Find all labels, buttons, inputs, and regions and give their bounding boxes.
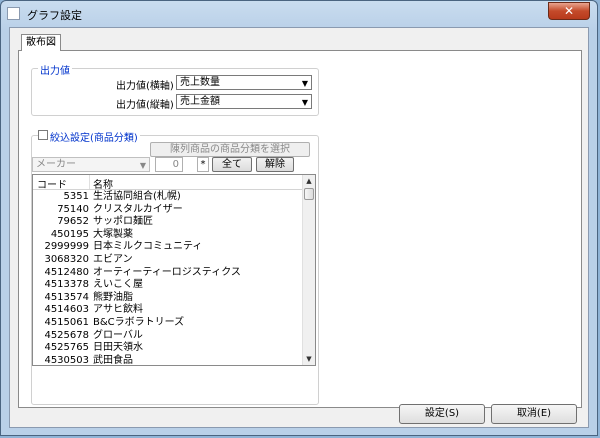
list-item-name: 熊野油脂 <box>93 291 133 303</box>
select-all-button[interactable]: 全て <box>212 157 252 172</box>
count-input[interactable]: 0 <box>155 157 183 172</box>
list-item-code: 4525765 <box>44 342 89 354</box>
list-item-name: B&Cラボラトリーズ <box>93 316 185 328</box>
list-item-code: 450195 <box>50 228 89 240</box>
chevron-down-icon: ▼ <box>301 98 308 107</box>
list-item-code: 4513574 <box>44 291 89 303</box>
cancel-button[interactable]: 取消(E) <box>491 404 577 424</box>
list-item[interactable]: 4525765 日田天領水 <box>33 342 303 355</box>
y-axis-value: 売上金額 <box>180 96 220 107</box>
tab-scatter[interactable]: 散布図 <box>21 34 61 51</box>
chevron-down-icon: ▼ <box>139 161 146 170</box>
list-rows: 5351 生活協同組合(札幌) 75140 クリスタルカイザー 79652 サッポロ麺匠 4… <box>33 191 303 366</box>
close-button[interactable]: ✕ <box>548 2 590 20</box>
list-item[interactable]: 5351 生活協同組合(札幌) <box>33 191 303 204</box>
list-item-code: 79652 <box>57 216 89 228</box>
list-item[interactable]: 2999999 日本ミルクコミュニティ <box>33 241 303 254</box>
filter-group-title: 絞込設定(商品分類) <box>48 129 140 144</box>
scroll-thumb[interactable] <box>304 188 314 200</box>
list-item-code: 4525678 <box>44 329 89 341</box>
scroll-up-icon[interactable]: ▲ <box>303 175 315 187</box>
ok-button[interactable]: 設定(S) <box>399 404 485 424</box>
list-item-code: 5351 <box>63 191 89 202</box>
maker-combo-value: メーカー <box>36 159 76 170</box>
x-axis-value: 売上数量 <box>180 77 220 88</box>
x-axis-combo[interactable]: 売上数量 ▼ <box>176 75 312 90</box>
output-group: 出力値 出力値(横軸) 売上数量 ▼ 出力値(縦軸) 売上金額 ▼ <box>31 62 319 116</box>
list-item-name: えいこく屋 <box>93 279 143 291</box>
column-header-name[interactable]: 名称 <box>93 176 113 191</box>
list-item-name: 日田天領水 <box>93 342 143 354</box>
list-item[interactable]: 4512480 オーティーティーロジスティクス <box>33 267 303 280</box>
vertical-scrollbar[interactable]: ▲ ▼ <box>302 175 315 365</box>
list-item-code: 75140 <box>57 203 89 215</box>
list-item[interactable]: 4530503 武田食品 <box>33 354 303 366</box>
dialog-window: グラフ設定 ✕ 散布図 出力値 出力値(横軸) 売上数量 ▼ 出力値(縦軸) 売… <box>0 0 598 436</box>
list-item-code: 4530503 <box>44 354 89 366</box>
filter-group: 絞込設定(商品分類) 陳列商品の商品分類を選択 メーカー ▼ 0 * 全て 解除… <box>31 129 319 405</box>
list-item-name: クリスタルカイザー <box>93 203 183 215</box>
scroll-down-icon[interactable]: ▼ <box>303 353 315 365</box>
list-item-code: 4513378 <box>44 279 89 291</box>
maker-listview[interactable]: コード 名称 5351 生活協同組合(札幌) 75140 クリスタルカイザー 79652… <box>32 174 316 366</box>
maker-combo[interactable]: メーカー ▼ <box>32 157 150 172</box>
y-axis-label: 出力値(縦軸) <box>116 100 174 111</box>
list-item-name: サッポロ麺匠 <box>93 216 153 228</box>
list-item-name: 日本ミルクコミュニティ <box>93 241 203 253</box>
title-bar[interactable]: グラフ設定 ✕ <box>1 1 597 27</box>
list-item-code: 4512480 <box>44 266 89 278</box>
list-item-code: 4514603 <box>44 304 89 316</box>
list-item[interactable]: 79652 サッポロ麺匠 <box>33 216 303 229</box>
list-item-name: グローバル <box>93 329 143 341</box>
list-item-name: 武田食品 <box>93 354 133 366</box>
x-axis-label: 出力値(横軸) <box>116 81 174 92</box>
list-item[interactable]: 4525678 グローバル <box>33 330 303 343</box>
list-item-code: 2999999 <box>44 241 89 253</box>
filter-checkbox[interactable] <box>38 130 48 140</box>
dialog-client: 散布図 出力値 出力値(横軸) 売上数量 ▼ 出力値(縦軸) 売上金額 ▼ 絞込… <box>9 27 589 428</box>
list-item[interactable]: 4514603 アサヒ飲料 <box>33 304 303 317</box>
tab-panel: 出力値 出力値(横軸) 売上数量 ▼ 出力値(縦軸) 売上金額 ▼ 絞込設定(商… <box>18 50 582 408</box>
list-item[interactable]: 450195 大塚製薬 <box>33 229 303 242</box>
list-item-name: アサヒ飲料 <box>93 304 143 316</box>
list-header: コード 名称 <box>33 175 303 191</box>
list-item-code: 4515061 <box>44 316 89 328</box>
window-title: グラフ設定 <box>27 9 82 22</box>
clear-button[interactable]: 解除 <box>256 157 294 172</box>
list-item[interactable]: 4513574 熊野油脂 <box>33 292 303 305</box>
column-header-code[interactable]: コード <box>37 176 67 191</box>
chevron-down-icon: ▼ <box>301 79 308 88</box>
y-axis-combo[interactable]: 売上金額 ▼ <box>176 94 312 109</box>
list-item[interactable]: 75140 クリスタルカイザー <box>33 204 303 217</box>
list-item-name: エビアン <box>93 253 133 265</box>
wildcard-label: * <box>197 157 209 172</box>
list-item[interactable]: 4513378 えいこく屋 <box>33 279 303 292</box>
list-item-name: オーティーティーロジスティクス <box>93 266 241 278</box>
list-item-code: 3068320 <box>44 253 89 265</box>
list-item-name: 大塚製薬 <box>93 228 133 240</box>
list-item[interactable]: 3068320 エビアン <box>33 254 303 267</box>
output-group-title: 出力値 <box>38 62 72 77</box>
close-icon: ✕ <box>563 4 575 18</box>
app-icon <box>7 7 20 20</box>
select-category-button[interactable]: 陳列商品の商品分類を選択 <box>150 142 310 157</box>
list-item[interactable]: 4515061 B&Cラボラトリーズ <box>33 317 303 330</box>
list-item-name: 生活協同組合(札幌) <box>93 191 181 202</box>
